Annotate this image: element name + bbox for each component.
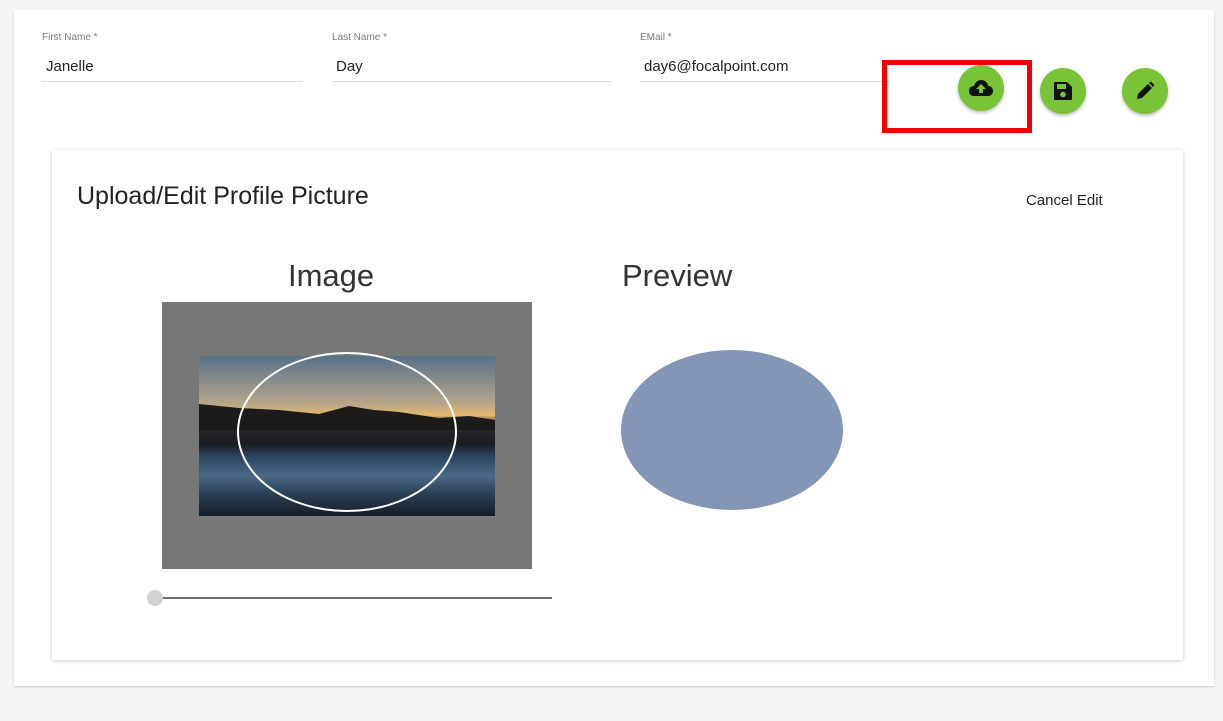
edit-button[interactable] <box>1122 68 1168 114</box>
last-name-label: Last Name * <box>332 32 388 43</box>
email-underline <box>640 81 890 82</box>
last-name-value[interactable]: Day <box>336 58 363 75</box>
crop-circle-handle[interactable] <box>237 352 457 512</box>
zoom-slider[interactable] <box>147 588 552 608</box>
zoom-slider-thumb[interactable] <box>147 590 163 606</box>
image-heading: Image <box>288 258 375 293</box>
save-button[interactable] <box>1040 68 1086 114</box>
email-label: EMail * <box>640 32 672 43</box>
preview-heading: Preview <box>622 258 733 293</box>
zoom-slider-track <box>157 597 552 599</box>
first-name-value[interactable]: Janelle <box>46 58 94 75</box>
profile-sheet: First Name * Janelle Last Name * Day EMa… <box>14 10 1214 686</box>
last-name-field[interactable]: Last Name * Day <box>332 30 612 92</box>
last-name-underline <box>332 81 612 82</box>
image-cropper[interactable] <box>162 302 532 569</box>
preview-circle <box>621 350 843 510</box>
first-name-underline <box>42 81 302 82</box>
pencil-icon <box>1137 81 1155 99</box>
cancel-edit-button[interactable]: Cancel Edit <box>1026 192 1103 209</box>
first-name-label: First Name * <box>42 32 98 43</box>
cloud-upload-icon <box>969 80 993 96</box>
save-icon <box>1054 82 1072 100</box>
upload-button[interactable] <box>958 65 1004 111</box>
editor-title: Upload/Edit Profile Picture <box>77 182 369 210</box>
upload-highlight-box <box>882 60 1032 133</box>
email-value[interactable]: day6@focalpoint.com <box>644 58 788 75</box>
profile-picture-editor: Upload/Edit Profile Picture Cancel Edit … <box>52 150 1183 660</box>
first-name-field[interactable]: First Name * Janelle <box>42 30 302 92</box>
email-field[interactable]: EMail * day6@focalpoint.com <box>640 30 890 92</box>
